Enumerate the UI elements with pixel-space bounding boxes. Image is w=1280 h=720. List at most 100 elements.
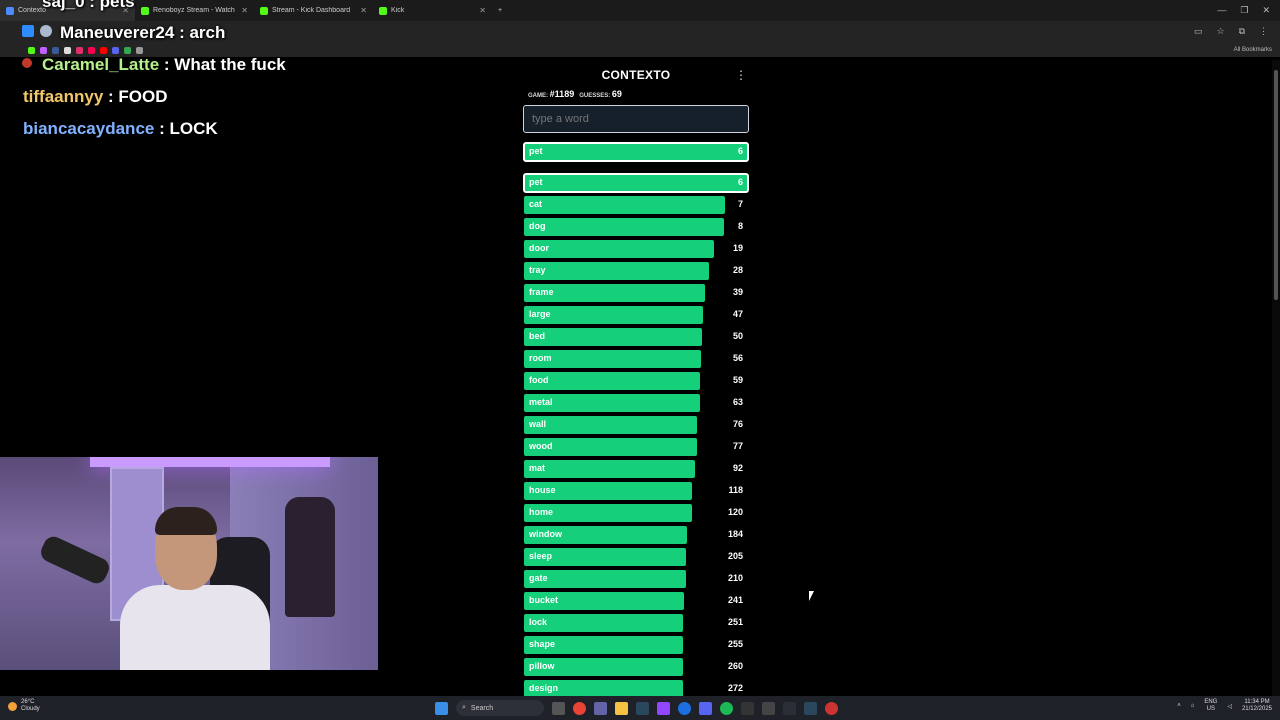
- taskbar: 26°C Cloudy ⌕ Search ˄ ⌂ ENG US ◁ 11:34 …: [0, 696, 1280, 720]
- guess-row: pet 6: [523, 173, 749, 193]
- bookmark-icon[interactable]: [64, 46, 71, 54]
- windows-start-icon[interactable]: [435, 701, 448, 715]
- file-explorer-icon[interactable]: [615, 701, 628, 715]
- tab-renoboyz-stream[interactable]: Renoboyz Stream - Watch Live ✕: [135, 0, 254, 21]
- chevron-up-icon[interactable]: ˄: [1177, 703, 1181, 709]
- guess-word: bed: [529, 331, 546, 341]
- close-icon[interactable]: ✕: [360, 6, 367, 15]
- guess-rank: 47: [732, 309, 743, 319]
- tab-title: Kick: [391, 7, 405, 14]
- taskbar-search[interactable]: ⌕ Search: [456, 700, 544, 716]
- volume-icon[interactable]: ◁: [1227, 703, 1232, 710]
- similarity-bar: [524, 372, 700, 390]
- bookmark-icon[interactable]: [88, 46, 95, 54]
- bookmark-icon[interactable]: [124, 46, 131, 54]
- chat-text: What the fuck: [174, 55, 286, 74]
- system-tray: ˄ ⌂ ENG US ◁ 11:34 PM 21/12/2025: [1177, 699, 1272, 713]
- chat-username: saj_0: [42, 0, 85, 11]
- browser-tab-bar: Contexto ✕ Renoboyz Stream - Watch Live …: [0, 0, 1280, 21]
- app-icon[interactable]: [594, 701, 607, 715]
- similarity-bar: [524, 306, 703, 324]
- task-view-icon[interactable]: [552, 701, 565, 715]
- new-tab-button[interactable]: +: [492, 0, 508, 21]
- language-indicator[interactable]: ENG US: [1204, 699, 1217, 713]
- extension-icon[interactable]: ⧉: [1239, 26, 1245, 37]
- guess-rank: 255: [727, 639, 743, 649]
- guess-word: home: [529, 507, 554, 517]
- guess-rank: 76: [732, 419, 743, 429]
- network-icon[interactable]: ⌂: [1191, 703, 1195, 709]
- bookmark-icon[interactable]: [76, 46, 83, 54]
- kebab-menu-icon[interactable]: ⋮: [735, 68, 747, 82]
- menu-icon[interactable]: ⋮: [1259, 26, 1268, 37]
- guess-rank: 56: [732, 353, 743, 363]
- mouse-cursor-icon: [809, 591, 814, 601]
- bookmark-icon[interactable]: [100, 46, 107, 54]
- tab-title: Stream - Kick Dashboard: [272, 7, 351, 14]
- guess-row: frame 39: [523, 284, 749, 302]
- app-icon[interactable]: [657, 701, 670, 715]
- app-icon[interactable]: [825, 701, 838, 715]
- guess-row: door 19: [523, 240, 749, 258]
- close-window-icon[interactable]: ✕: [1262, 5, 1270, 16]
- similarity-bar: [523, 173, 749, 193]
- guess-word: cat: [529, 199, 543, 209]
- maximize-icon[interactable]: ❐: [1240, 5, 1248, 16]
- close-icon[interactable]: ✕: [241, 6, 248, 15]
- guess-row: gate 210: [523, 570, 749, 588]
- steam-icon[interactable]: [804, 701, 817, 715]
- guess-word: tray: [529, 265, 546, 275]
- search-label: Search: [470, 704, 494, 712]
- badge-icon: [22, 58, 32, 68]
- plus-icon: +: [498, 7, 503, 14]
- clock-time: 11:34 PM: [1244, 699, 1270, 705]
- similarity-bar: [524, 240, 714, 258]
- spotify-icon[interactable]: [720, 701, 733, 715]
- guess-rank: 39: [732, 287, 743, 297]
- guess-word: food: [529, 375, 549, 385]
- all-bookmarks[interactable]: All Bookmarks: [1234, 47, 1280, 53]
- chat-message: biancacaydance : LOCK: [23, 119, 218, 139]
- similarity-bar: [524, 416, 697, 434]
- bookmark-icon[interactable]: [40, 46, 47, 54]
- clock[interactable]: 11:34 PM 21/12/2025: [1242, 699, 1272, 713]
- word-input[interactable]: [523, 105, 749, 133]
- app-icon[interactable]: [762, 701, 775, 715]
- kick-favicon-icon: [379, 6, 387, 15]
- similarity-bar: [524, 460, 695, 478]
- discord-icon[interactable]: [699, 701, 712, 715]
- guess-word: shape: [529, 639, 556, 649]
- guess-row: metal 63: [523, 394, 749, 412]
- chat-text: LOCK: [169, 119, 218, 138]
- star-icon[interactable]: ☆: [1216, 26, 1224, 37]
- thumb[interactable]: [1274, 70, 1278, 300]
- chat-username: biancacaydance: [23, 119, 155, 138]
- tab-kick[interactable]: Kick ✕: [373, 0, 492, 21]
- guess-word: door: [529, 243, 549, 253]
- minimize-icon[interactable]: —: [1217, 5, 1226, 16]
- app-icon[interactable]: [678, 701, 691, 715]
- guess-word: wood: [529, 441, 553, 451]
- bookmark-icon[interactable]: [112, 46, 119, 54]
- weather-text: Cloudy: [21, 706, 40, 712]
- close-icon[interactable]: ✕: [479, 6, 486, 15]
- chat-separator: :: [84, 0, 100, 11]
- obs-icon[interactable]: [741, 701, 754, 715]
- guess-word: wall: [529, 419, 547, 429]
- bookmark-icon[interactable]: [136, 46, 143, 54]
- guess-word: mat: [529, 463, 546, 473]
- tab-kick-dashboard[interactable]: Stream - Kick Dashboard ✕: [254, 0, 373, 21]
- bookmark-icon[interactable]: [28, 46, 35, 54]
- chrome-icon[interactable]: [573, 701, 586, 715]
- bookmark-icon[interactable]: [52, 46, 59, 54]
- kick-favicon-icon: [141, 6, 149, 15]
- guess-row: house 118: [523, 482, 749, 500]
- cast-icon[interactable]: ▭: [1194, 26, 1203, 37]
- similarity-bar: [524, 262, 709, 280]
- steam-icon[interactable]: [636, 701, 649, 715]
- guess-row: window 184: [523, 526, 749, 544]
- weather-widget[interactable]: 26°C Cloudy: [8, 699, 40, 713]
- guess-row: room 56: [523, 350, 749, 368]
- page-scrollbar[interactable]: [1272, 60, 1280, 696]
- app-icon[interactable]: [783, 701, 796, 715]
